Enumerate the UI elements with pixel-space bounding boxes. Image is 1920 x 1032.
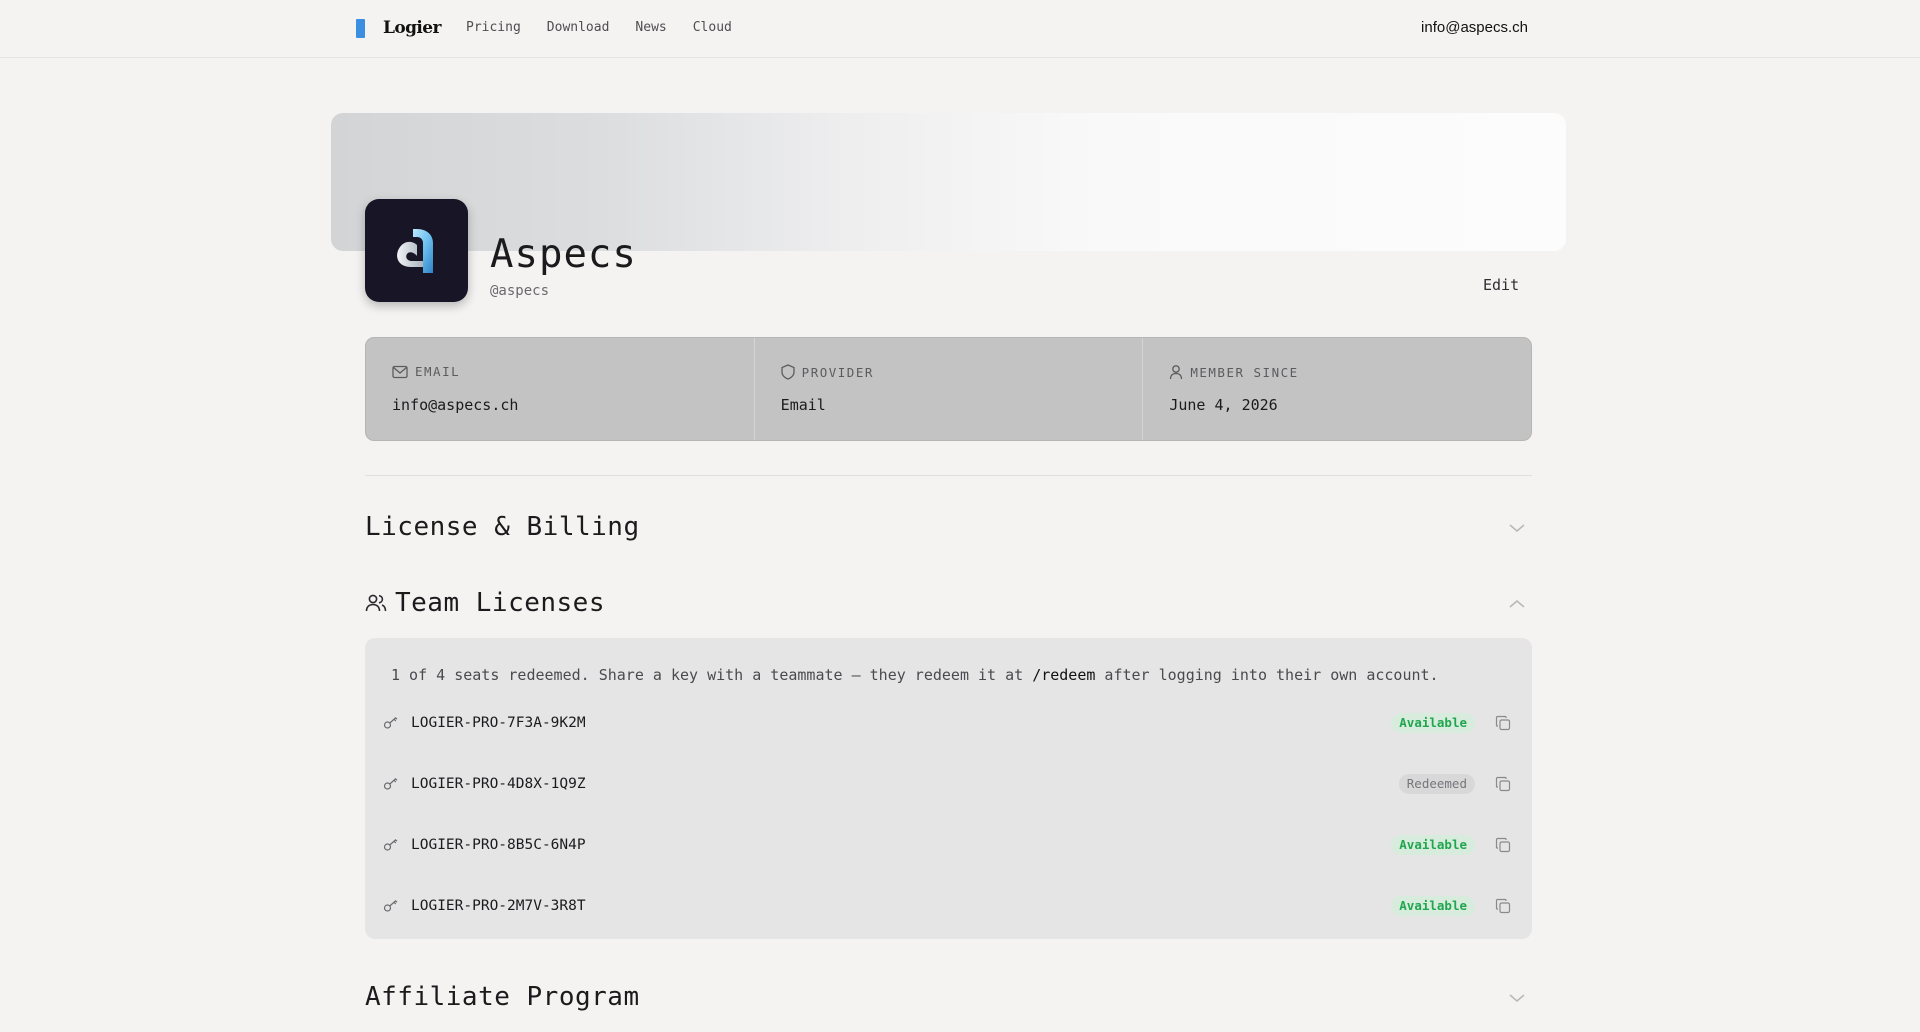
license-key-row[interactable]: LOGIER-PRO-8B5C-6N4P Available	[365, 827, 1532, 867]
email-label: EMAIL	[415, 364, 461, 379]
team-licenses-panel: 1 of 4 seats redeemed. Share a key with …	[365, 638, 1532, 939]
provider-card: PROVIDER Email	[755, 338, 1144, 440]
member-since-label: MEMBER SINCE	[1190, 364, 1299, 380]
account-email-link[interactable]: info@aspecs.ch	[1421, 19, 1528, 36]
nav-link-pricing[interactable]: Pricing	[466, 20, 521, 35]
key-icon	[383, 839, 398, 851]
profile-handle: @aspecs	[490, 283, 550, 299]
status-badge: Redeemed	[1398, 774, 1475, 794]
license-key-code: LOGIER-PRO-7F3A-9K2M	[411, 715, 586, 731]
license-key-row[interactable]: LOGIER-PRO-2M7V-3R8T Available	[365, 888, 1532, 928]
team-licenses-title: Team Licenses	[395, 588, 605, 618]
profile-name: Aspecs	[490, 232, 637, 277]
provider-value: Email	[780, 396, 826, 414]
brand-logo[interactable]: Logier	[356, 18, 441, 38]
users-icon	[365, 594, 387, 612]
shield-icon	[781, 364, 795, 380]
status-badge: Available	[1391, 896, 1475, 916]
status-badge: Available	[1391, 713, 1475, 733]
copy-icon[interactable]	[1495, 898, 1511, 914]
nav-link-download[interactable]: Download	[547, 20, 610, 35]
top-nav: Logier Pricing Download News Cloud info@…	[0, 0, 1920, 58]
key-icon	[383, 717, 398, 729]
copy-icon[interactable]	[1495, 837, 1511, 853]
section-team-licenses[interactable]: Team Licenses	[365, 588, 605, 618]
provider-label: PROVIDER	[801, 364, 874, 380]
license-key-code: LOGIER-PRO-8B5C-6N4P	[411, 837, 586, 853]
nav-link-cloud[interactable]: Cloud	[693, 20, 732, 35]
section-license-billing[interactable]: License & Billing	[365, 512, 640, 542]
redeem-command: /redeem	[1032, 666, 1096, 684]
nav-links: Pricing Download News Cloud	[466, 20, 758, 35]
copy-icon[interactable]	[1495, 715, 1511, 731]
nav-link-news[interactable]: News	[635, 20, 666, 35]
brand-name: Logier	[383, 18, 441, 38]
key-icon	[383, 778, 398, 790]
edit-profile-button[interactable]: Edit	[1483, 276, 1519, 294]
section-divider	[365, 475, 1532, 476]
copy-icon[interactable]	[1495, 776, 1511, 792]
email-value: info@aspecs.ch	[392, 396, 519, 414]
license-key-code: LOGIER-PRO-4D8X-1Q9Z	[411, 776, 586, 792]
app-logo-icon	[396, 228, 433, 273]
license-key-row[interactable]: LOGIER-PRO-4D8X-1Q9Z Redeemed	[365, 766, 1532, 806]
brand-mark-icon	[356, 18, 365, 38]
license-key-code: LOGIER-PRO-2M7V-3R8T	[411, 898, 586, 914]
member-since-value: June 4, 2026	[1169, 396, 1278, 414]
chevron-up-icon[interactable]	[1508, 598, 1526, 610]
license-key-row[interactable]: LOGIER-PRO-7F3A-9K2M Available	[365, 705, 1532, 745]
member-since-card: MEMBER SINCE June 4, 2026	[1143, 338, 1531, 440]
email-card: EMAIL info@aspecs.ch	[366, 338, 755, 440]
mail-icon	[392, 365, 408, 378]
chevron-down-icon[interactable]	[1508, 992, 1526, 1004]
status-badge: Available	[1391, 835, 1475, 855]
chevron-down-icon[interactable]	[1508, 522, 1526, 534]
key-icon	[383, 900, 398, 912]
profile-banner	[331, 113, 1566, 251]
avatar	[365, 199, 468, 302]
section-affiliate-program[interactable]: Affiliate Program	[365, 982, 640, 1012]
seats-note: 1 of 4 seats redeemed. Share a key with …	[391, 666, 1439, 684]
user-icon	[1170, 365, 1183, 380]
account-info-cards: EMAIL info@aspecs.ch PROVIDER Email MEMB…	[365, 337, 1532, 441]
